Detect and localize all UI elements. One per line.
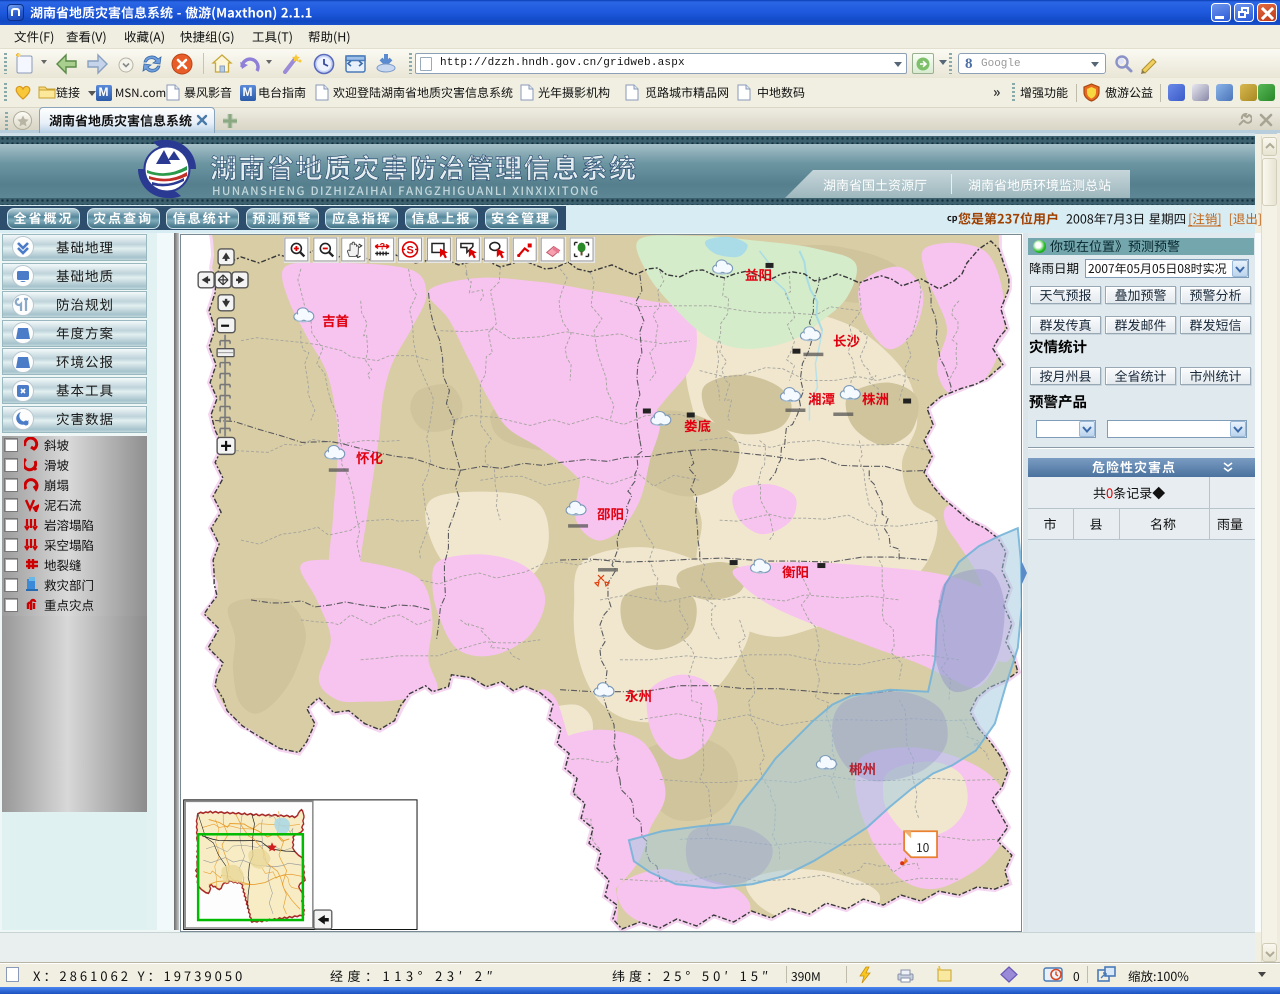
svg-text:S: S: [407, 244, 414, 256]
svg-text:?: ?: [380, 241, 385, 251]
